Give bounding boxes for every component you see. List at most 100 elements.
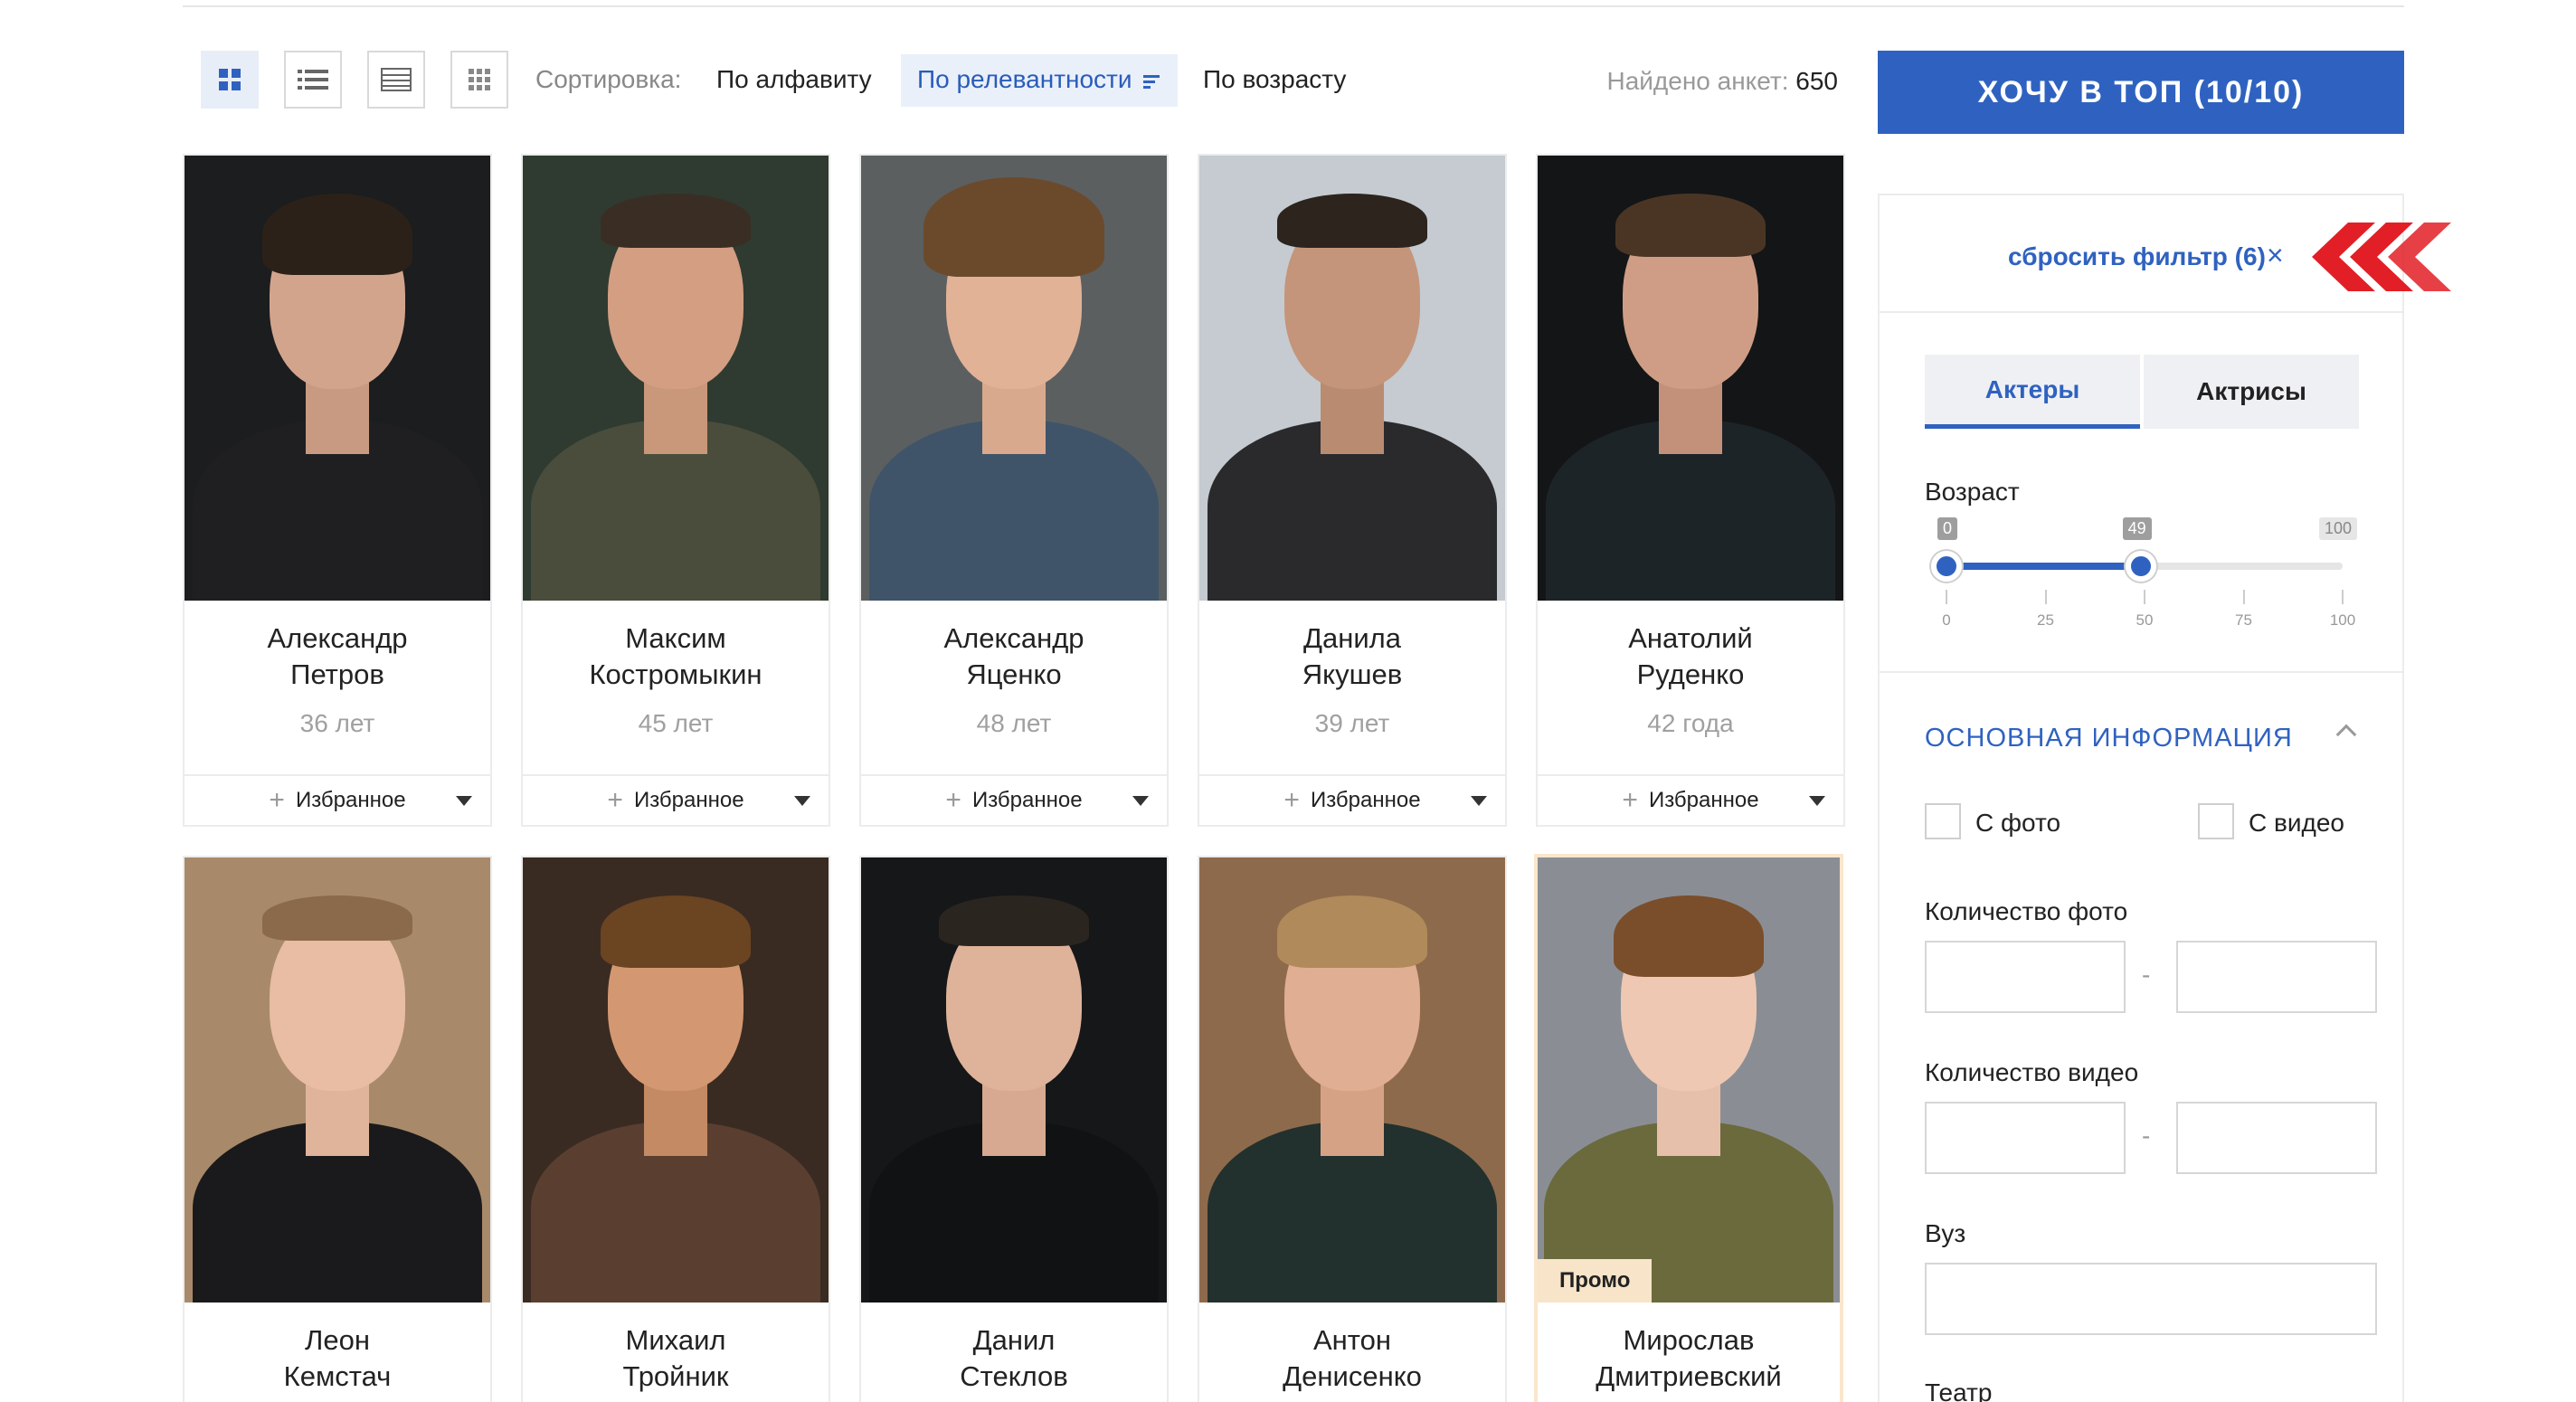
actor-card[interactable]: Анатолий Руденко 42 года + Избранное [1536,154,1845,827]
actor-name[interactable]: Михаил Тройник [523,1303,829,1402]
actor-photo[interactable] [185,857,490,1303]
actor-last-name: Костромыкин [589,658,762,690]
sort-alphabet[interactable]: По алфавиту [716,65,872,94]
caret-down-icon[interactable] [1471,796,1487,806]
caret-down-icon[interactable] [1132,796,1149,806]
grid-view-button[interactable] [201,51,259,109]
tab-actresses[interactable]: Актрисы [2144,355,2359,429]
sort-age[interactable]: По возрасту [1203,65,1346,94]
favorite-label: Избранное [1310,788,1421,812]
actor-first-name: Михаил [625,1324,726,1356]
list-view-button[interactable] [284,51,342,109]
section-title-main-info[interactable]: ОСНОВНАЯ ИНФОРМАЦИЯ [1925,724,2293,753]
actor-first-name: Антон [1312,1324,1391,1356]
checkbox-with-video-label: С видео [2249,809,2344,837]
actor-card[interactable]: Александр Яценко 48 лет + Избранное [859,154,1169,827]
actor-name[interactable]: Мирослав Дмитриевский [1538,1303,1840,1402]
slider-tick-label: 75 [2235,611,2252,629]
actor-first-name: Леон [305,1324,370,1356]
favorite-button[interactable]: + Избранное [1538,774,1843,825]
favorite-label: Избранное [633,788,744,812]
actor-photo[interactable] [523,857,829,1303]
actor-photo[interactable] [1199,857,1505,1303]
section-divider [1880,671,2402,673]
actor-age: 48 лет [976,709,1052,737]
close-icon[interactable]: × [2267,239,2284,272]
video-count-from-input[interactable] [1925,1102,2126,1174]
actor-last-name: Тройник [622,1360,729,1392]
table-view-button[interactable] [367,51,425,109]
actor-photo[interactable] [861,156,1167,601]
plus-icon: + [1283,785,1300,815]
sort-relevance[interactable]: По релевантности [901,54,1178,107]
range-dash: - [2142,1122,2151,1150]
plus-icon: + [1622,785,1638,815]
favorite-button[interactable]: + Избранное [1199,774,1505,825]
actor-name[interactable]: Данил Стеклов [861,1303,1167,1402]
actor-name[interactable]: Леон Кемстач [185,1303,490,1402]
actor-card-promo[interactable]: Промо Мирослав Дмитриевский [1534,854,1843,1402]
compact-grid-view-button[interactable] [450,51,508,109]
actor-age: 39 лет [1314,709,1390,737]
actor-card[interactable]: Данил Стеклов [859,856,1169,1402]
list-icon [298,70,328,90]
actor-card[interactable]: Антон Денисенко [1198,856,1507,1402]
favorite-button[interactable]: + Избранное [523,774,829,825]
actor-card[interactable]: Александр Петров 36 лет + Избранное [183,154,492,827]
slider-tick [2144,590,2145,604]
favorite-label: Избранное [295,788,406,812]
actor-card[interactable]: Леон Кемстач [183,856,492,1402]
actor-name[interactable]: Александр Яценко [861,601,1167,709]
actor-card[interactable]: Михаил Тройник [521,856,830,1402]
tab-actors[interactable]: Актеры [1925,355,2140,429]
photo-count-label: Количество фото [1925,897,2128,925]
sort-relevance-label: По релевантности [917,65,1132,93]
actor-photo[interactable]: Промо [1538,857,1840,1303]
actor-photo[interactable] [1199,156,1505,601]
actor-last-name: Яценко [966,658,1062,690]
checkbox-with-video[interactable] [2198,803,2234,839]
age-max-tooltip: 100 [2319,517,2358,540]
photo-count-from-input[interactable] [1925,941,2126,1013]
filter-sidebar: сбросить фильтр (6) × Актеры Актрисы Воз… [1878,194,2404,1402]
slider-tick-label: 50 [2136,611,2154,629]
actor-first-name: Анатолий [1628,622,1753,654]
actor-first-name: Максим [625,622,726,654]
actor-photo[interactable] [185,156,490,601]
actor-photo[interactable] [1538,156,1843,601]
reset-filter-link[interactable]: сбросить фильтр (6) [2008,242,2266,271]
actor-card[interactable]: Максим Костромыкин 45 лет + Избранное [521,154,830,827]
actor-age: 45 лет [638,709,714,737]
university-input[interactable] [1925,1263,2377,1335]
actor-photo[interactable] [861,857,1167,1303]
theatre-label: Театр [1925,1378,1993,1402]
age-slider-high-handle[interactable] [2125,551,2156,582]
video-count-to-input[interactable] [2176,1102,2377,1174]
actor-name[interactable]: Данила Якушев [1199,601,1505,709]
age-slider-low-handle[interactable] [1931,551,1962,582]
checkbox-with-photo[interactable] [1925,803,1961,839]
favorite-button[interactable]: + Избранное [185,774,490,825]
actor-card[interactable]: Данила Якушев 39 лет + Избранное [1198,154,1507,827]
plus-icon: + [607,785,623,815]
top-button[interactable]: ХОЧУ В ТОП (10/10) [1878,51,2404,134]
top-divider [183,0,2404,7]
actor-last-name: Петров [290,658,384,690]
actor-first-name: Данил [972,1324,1056,1356]
actor-name[interactable]: Анатолий Руденко [1538,601,1843,709]
actor-name[interactable]: Антон Денисенко [1199,1303,1505,1402]
actor-first-name: Александр [943,622,1084,654]
chevron-up-icon[interactable] [2335,724,2357,745]
found-counter: Найдено анкет: 650 [1606,67,1838,96]
actor-photo[interactable] [523,156,829,601]
actor-last-name: Стеклов [960,1360,1068,1392]
caret-down-icon[interactable] [456,796,472,806]
actor-name[interactable]: Максим Костромыкин [523,601,829,709]
favorite-button[interactable]: + Избранное [861,774,1167,825]
actor-name[interactable]: Александр Петров [185,601,490,709]
found-count: 650 [1795,67,1838,95]
photo-count-to-input[interactable] [2176,941,2377,1013]
caret-down-icon[interactable] [794,796,810,806]
actor-last-name: Руденко [1636,658,1745,690]
caret-down-icon[interactable] [1809,796,1825,806]
